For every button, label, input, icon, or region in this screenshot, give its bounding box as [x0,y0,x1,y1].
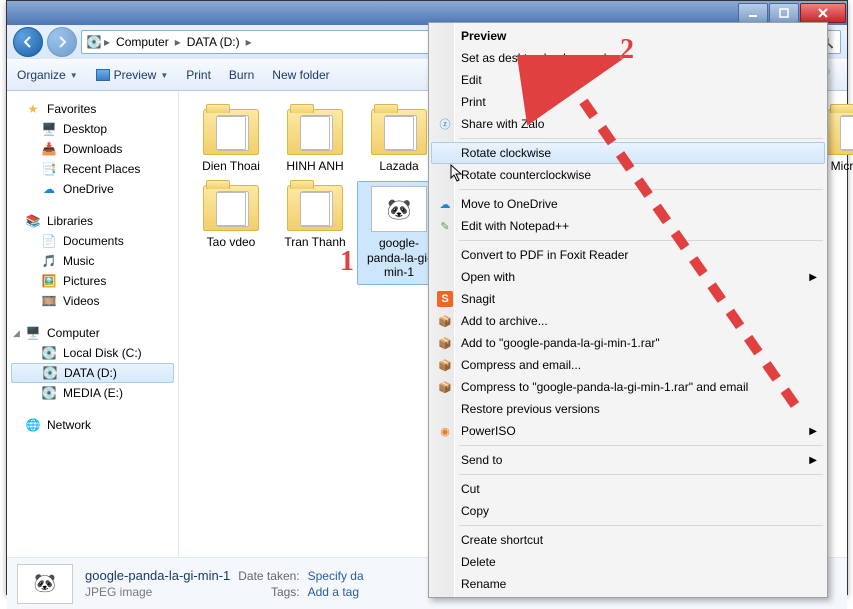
sidebar-item-drive-e[interactable]: 💽MEDIA (E:) [7,383,178,403]
close-button[interactable] [800,3,846,23]
sidebar-item-drive-d[interactable]: 💽DATA (D:) [11,363,174,383]
sidebar-favorites[interactable]: ★Favorites [7,99,178,119]
sidebar-item-music[interactable]: 🎵Music [7,251,178,271]
chevron-down-icon: ▼ [70,71,78,80]
music-icon: 🎵 [41,253,57,269]
chevron-right-icon[interactable]: ▸ [104,35,110,49]
sidebar-libraries[interactable]: 📚Libraries [7,211,178,231]
burn-button[interactable]: Burn [229,68,254,82]
network-icon: 🌐 [25,417,41,433]
chevron-right-icon[interactable]: ▸ [175,35,181,49]
organize-menu[interactable]: Organize▼ [17,68,78,82]
downloads-icon: 📥 [41,141,57,157]
ctx-send-to[interactable]: Send to▶ [431,449,825,471]
details-tags-value[interactable]: Add a tag [308,585,364,599]
folder-icon [371,109,427,155]
preview-icon [96,69,110,81]
details-tags-label: Tags: [238,585,299,599]
folder-item[interactable]: Dien Thoai [189,105,273,177]
chevron-right-icon: ▶ [809,455,817,466]
minimize-button[interactable] [738,3,768,23]
details-date-label: Date taken: [238,569,299,583]
sidebar-item-onedrive[interactable]: ☁OneDrive [7,179,178,199]
documents-icon: 📄 [41,233,57,249]
ctx-delete[interactable]: Delete [431,551,825,573]
separator [459,474,823,475]
separator [459,525,823,526]
sidebar-item-drive-c[interactable]: 💽Local Disk (C:) [7,343,178,363]
preview-menu[interactable]: Preview▼ [96,68,169,82]
ctx-copy[interactable]: Copy [431,500,825,522]
maximize-button[interactable] [769,3,799,23]
star-icon: ★ [25,101,41,117]
recent-icon: 📑 [41,161,57,177]
ctx-cut[interactable]: Cut [431,478,825,500]
breadcrumb-computer[interactable]: Computer [112,35,173,49]
folder-icon [287,185,343,231]
folder-item[interactable]: Tao vdeo [189,181,273,284]
details-date-value[interactable]: Specify da [308,569,364,583]
folder-icon [827,109,853,155]
sidebar-item-pictures[interactable]: 🖼️Pictures [7,271,178,291]
drive-icon: 💽 [41,345,57,361]
drive-icon: 💽 [42,365,58,381]
annotation-callout-2: 2 [620,34,634,66]
folder-icon [287,109,343,155]
forward-button[interactable] [47,27,77,57]
separator [459,445,823,446]
pictures-icon: 🖼️ [41,273,57,289]
chevron-down-icon: ▼ [160,71,168,80]
folder-item[interactable]: HINH ANH [273,105,357,177]
drive-icon: 💽 [86,34,102,50]
ctx-create-shortcut[interactable]: Create shortcut [431,529,825,551]
drive-icon: 💽 [41,385,57,401]
folder-icon [203,109,259,155]
computer-icon: 🖥️ [25,325,41,341]
cursor-icon [450,164,464,182]
folder-icon [203,185,259,231]
annotation-arrow [425,55,825,435]
desktop-icon: 🖥️ [41,121,57,137]
videos-icon: 🎞️ [41,293,57,309]
back-button[interactable] [13,27,43,57]
breadcrumb-drive[interactable]: DATA (D:) [183,35,244,49]
chevron-right-icon[interactable]: ▸ [246,35,252,49]
sidebar-network[interactable]: 🌐Network [7,415,178,435]
sidebar-computer[interactable]: ◢🖥️Computer [7,323,178,343]
details-filename: google-panda-la-gi-min-1 [85,568,230,583]
details-filetype: JPEG image [85,585,230,599]
sidebar-item-recent[interactable]: 📑Recent Places [7,159,178,179]
libraries-icon: 📚 [25,213,41,229]
sidebar-item-documents[interactable]: 📄Documents [7,231,178,251]
sidebar-item-videos[interactable]: 🎞️Videos [7,291,178,311]
print-button[interactable]: Print [186,68,211,82]
ctx-rename[interactable]: Rename [431,573,825,595]
sidebar-item-downloads[interactable]: 📥Downloads [7,139,178,159]
caret-icon: ◢ [13,328,20,339]
annotation-callout-1: 1 [340,246,354,278]
cloud-icon: ☁ [41,181,57,197]
image-icon: 🐼 [371,186,427,232]
details-thumbnail: 🐼 [17,564,73,604]
sidebar: ★Favorites 🖥️Desktop 📥Downloads 📑Recent … [7,91,179,557]
sidebar-item-desktop[interactable]: 🖥️Desktop [7,119,178,139]
new-folder-button[interactable]: New folder [272,68,329,82]
